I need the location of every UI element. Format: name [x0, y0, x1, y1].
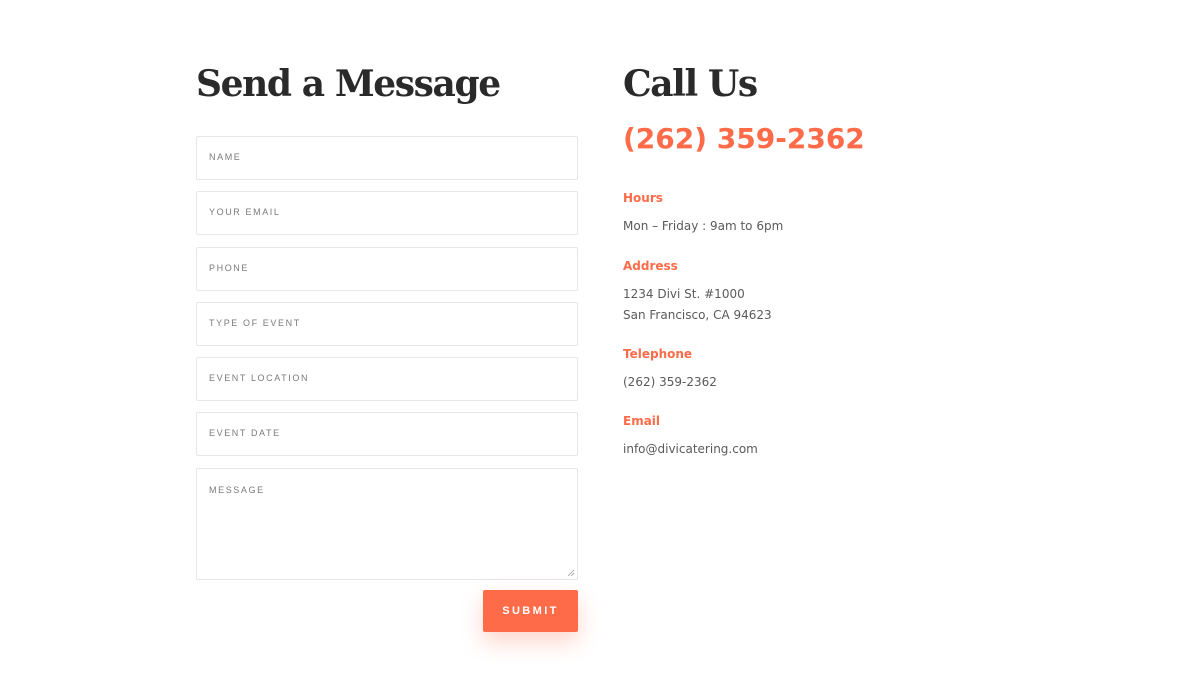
address-title: Address	[623, 259, 678, 273]
event-location-field[interactable]: EVENT LOCATION	[196, 357, 578, 401]
hours-section: Hours Mon – Friday : 9am to 6pm	[623, 190, 783, 237]
event-type-field[interactable]: TYPE OF EVENT	[196, 302, 578, 346]
email-field-placeholder: YOUR EMAIL	[209, 207, 281, 217]
message-textarea-placeholder: MESSAGE	[209, 485, 265, 495]
telephone-title: Telephone	[623, 347, 693, 361]
phone-number-link[interactable]: (262) 359-2362	[623, 122, 865, 155]
email-field[interactable]: YOUR EMAIL	[196, 191, 578, 235]
event-type-field-placeholder: TYPE OF EVENT	[209, 318, 301, 328]
telephone-line[interactable]: (262) 359-2362	[623, 372, 717, 393]
event-date-field[interactable]: EVENT DATE	[196, 412, 578, 456]
name-field[interactable]: NAME	[196, 136, 578, 180]
call-us-heading: Call Us	[623, 63, 758, 105]
address-line-2: San Francisco, CA 94623	[623, 308, 772, 322]
email-title: Email	[623, 414, 661, 428]
telephone-section: Telephone (262) 359-2362	[623, 346, 717, 393]
event-location-field-placeholder: EVENT LOCATION	[209, 373, 310, 383]
event-date-field-placeholder: EVENT DATE	[209, 428, 281, 438]
hours-line: Mon – Friday : 9am to 6pm	[623, 219, 784, 233]
form-heading: Send a Message	[196, 63, 501, 105]
message-textarea[interactable]: MESSAGE	[196, 468, 578, 580]
submit-button[interactable]: SUBMIT	[483, 590, 578, 632]
email-section: Email info@divicatering.com	[623, 413, 758, 460]
name-field-placeholder: NAME	[209, 152, 242, 162]
phone-field-placeholder: PHONE	[209, 263, 250, 273]
contact-info: Call Us (262) 359-2362 Hours Mon – Frida…	[623, 60, 983, 456]
email-address[interactable]: info@divicatering.com	[623, 439, 758, 460]
resize-handle-icon[interactable]	[567, 569, 575, 577]
address-section: Address 1234 Divi St. #1000 San Francisc…	[623, 258, 772, 326]
address-line-1: 1234 Divi St. #1000	[623, 287, 745, 301]
hours-title: Hours	[623, 191, 663, 205]
phone-field[interactable]: PHONE	[196, 247, 578, 291]
contact-form: Send a Message NAME YOUR EMAIL PHONE TYP…	[196, 60, 578, 632]
